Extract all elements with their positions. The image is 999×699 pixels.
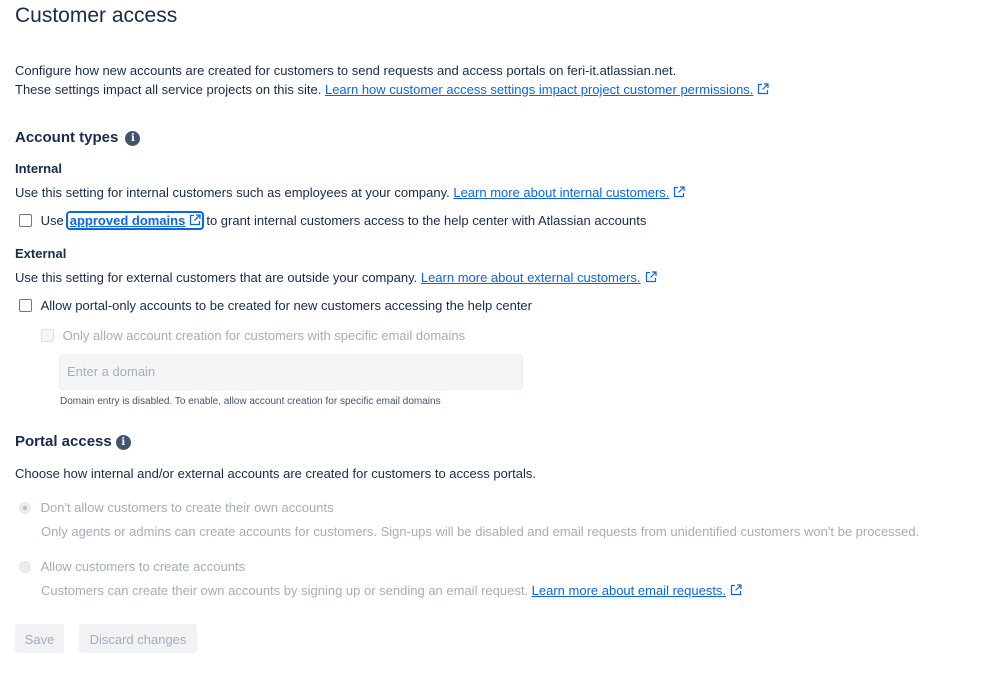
external-link-icon [730, 584, 742, 596]
intro-line-2-text: These settings impact all service projec… [15, 82, 325, 97]
internal-description-text: Use this setting for internal customers … [15, 185, 454, 200]
external-link-icon [674, 186, 686, 198]
specific-domains-row: Only allow account creation for customer… [41, 328, 465, 343]
discard-changes-button[interactable]: Discard changes [79, 624, 197, 653]
info-icon[interactable]: i [115, 435, 131, 450]
approved-domains-row: Use approved domains to grant internal cus… [19, 211, 646, 230]
portal-only-label: Allow portal-only accounts to be created… [40, 298, 532, 313]
portal-only-checkbox[interactable] [19, 299, 32, 312]
external-customers-link[interactable]: Learn more about external customers. [421, 270, 641, 285]
radio-option-label: Don't allow customers to create their ow… [40, 500, 334, 515]
radio-option-label: Allow customers to create accounts [40, 559, 246, 574]
external-description-text: Use this setting for external customers … [15, 270, 421, 285]
domain-input[interactable]: Enter a domain [59, 354, 523, 390]
account-types-title: Account types [15, 129, 119, 146]
internal-description: Use this setting for internal customers … [15, 185, 686, 200]
intro-line-2: These settings impact all service projec… [15, 82, 770, 97]
intro-line-1: Configure how new accounts are created f… [15, 63, 677, 78]
info-icon[interactable]: i [125, 131, 141, 146]
portal-access-heading: Portal access i [15, 433, 131, 450]
email-requests-link[interactable]: Learn more about email requests. [532, 583, 726, 598]
external-link-icon [758, 83, 770, 95]
radio-option-allow-signup[interactable]: Allow customers to create accounts [19, 559, 245, 574]
customer-permissions-link[interactable]: Learn how customer access settings impac… [325, 82, 753, 97]
page-title: Customer access [15, 4, 178, 27]
portal-access-description: Choose how internal and/or external acco… [15, 466, 536, 481]
radio-option-description: Customers can create their own accounts … [41, 583, 742, 598]
customer-access-page: Customer access Configure how new accoun… [0, 0, 999, 699]
domain-helper-text: Domain entry is disabled. To enable, all… [60, 396, 441, 407]
external-description: Use this setting for external customers … [15, 270, 657, 285]
radio-button[interactable] [19, 561, 31, 573]
specific-domains-checkbox[interactable] [41, 329, 54, 342]
external-link-icon [190, 214, 201, 226]
portal-access-title: Portal access [15, 433, 112, 450]
save-button[interactable]: Save [15, 624, 64, 653]
internal-customers-link[interactable]: Learn more about internal customers. [453, 185, 669, 200]
specific-domains-label: Only allow account creation for customer… [62, 328, 466, 343]
external-title: External [15, 246, 67, 261]
radio-option-no-signup[interactable]: Don't allow customers to create their ow… [19, 500, 334, 515]
approved-domains-prefix: Use [40, 213, 64, 228]
external-link-icon [645, 271, 657, 283]
portal-only-row: Allow portal-only accounts to be created… [19, 298, 532, 313]
approved-domains-suffix: to grant internal customers access to th… [206, 213, 647, 228]
internal-title: Internal [15, 161, 62, 176]
approved-domains-focus[interactable]: approved domains [65, 211, 205, 230]
account-types-heading: Account types i [15, 129, 141, 146]
radio-option-description-text: Customers can create their own accounts … [41, 583, 532, 598]
radio-button[interactable] [19, 502, 31, 514]
approved-domains-checkbox[interactable] [19, 214, 32, 227]
radio-option-description: Only agents or admins can create account… [41, 524, 920, 539]
approved-domains-link[interactable]: approved domains [70, 213, 186, 228]
